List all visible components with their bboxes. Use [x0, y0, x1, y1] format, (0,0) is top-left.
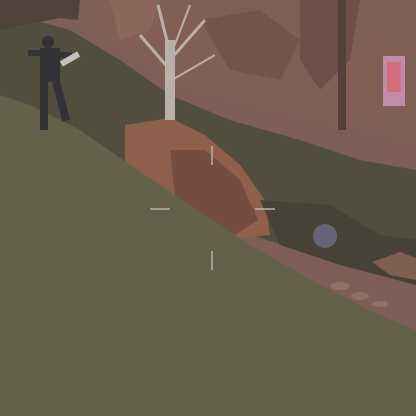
game-viewport[interactable]: [0, 0, 416, 416]
atmospheric-haze: [0, 0, 416, 416]
game-scene: [0, 0, 416, 416]
